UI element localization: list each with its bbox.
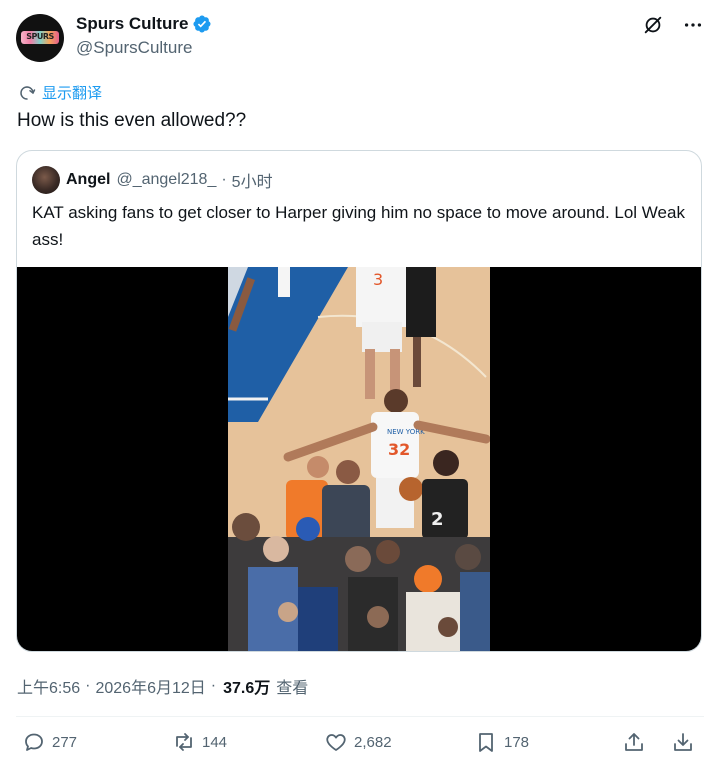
opponent-jersey-number: 2 xyxy=(431,509,444,530)
background-jersey-number: 3 xyxy=(373,270,383,289)
actions-divider xyxy=(16,716,704,717)
quoted-tweet-time[interactable]: 5小时 xyxy=(232,168,273,192)
top-right-icons xyxy=(642,14,704,36)
tweet-actions-bar: 277 144 2,682 178 xyxy=(0,730,720,762)
basketball-scene-image: 3 NEW YORK 32 2 xyxy=(228,267,490,651)
tweet-text: How is this even allowed?? xyxy=(17,110,247,131)
quoted-author-name[interactable]: Angel xyxy=(66,171,110,189)
author-avatar[interactable]: SPURS xyxy=(16,14,64,62)
tweet-time[interactable]: 上午6:56 xyxy=(17,674,80,698)
like-count: 2,682 xyxy=(354,733,392,751)
verified-badge-icon xyxy=(193,15,211,33)
like-button[interactable]: 2,682 xyxy=(324,730,392,754)
download-button[interactable] xyxy=(671,730,695,754)
quoted-author-handle[interactable]: @_angel218_ xyxy=(116,171,216,189)
repost-icon xyxy=(176,733,192,751)
video-player[interactable]: 3 NEW YORK 32 2 xyxy=(17,267,701,651)
tweet-date[interactable]: 2026年6月12日 xyxy=(95,674,205,698)
bookmark-button[interactable]: 178 xyxy=(474,730,529,754)
heart-icon xyxy=(326,734,346,751)
meta-separator-1: · xyxy=(85,677,91,694)
translate-icon xyxy=(20,85,36,100)
share-icon xyxy=(625,733,643,751)
reply-icon xyxy=(25,733,43,751)
avatar-logo-text: SPURS xyxy=(26,32,54,41)
quoted-tweet-card[interactable]: Angel @_angel218_ · 5小时 KAT asking fans … xyxy=(16,150,702,652)
video-frame[interactable]: 3 NEW YORK 32 2 xyxy=(228,267,490,651)
grok-icon[interactable] xyxy=(642,14,664,36)
more-options-icon[interactable] xyxy=(682,14,704,36)
author-handle[interactable]: @SpursCulture xyxy=(76,38,192,58)
author-name-row[interactable]: Spurs Culture xyxy=(76,14,212,34)
show-translation-link[interactable]: 显示翻译 xyxy=(18,82,102,103)
bookmark-count: 178 xyxy=(504,733,530,751)
views-label: 查看 xyxy=(276,680,309,697)
quoted-tweet-header: Angel @_angel218_ · 5小时 xyxy=(32,166,273,194)
download-icon xyxy=(674,733,692,751)
quoted-author-avatar[interactable] xyxy=(32,166,60,194)
repost-button[interactable]: 144 xyxy=(172,730,227,754)
show-translation-label[interactable]: 显示翻译 xyxy=(42,82,102,103)
share-button[interactable] xyxy=(622,730,646,754)
tweet-meta: 上午6:56 · 2026年6月12日 · 37.6万 查看 xyxy=(17,674,308,698)
avatar-logo-band: SPURS xyxy=(21,31,59,44)
reply-button[interactable]: 277 xyxy=(22,730,77,754)
reply-count: 277 xyxy=(52,733,78,751)
jersey-number: 32 xyxy=(388,440,410,459)
author-display-name[interactable]: Spurs Culture xyxy=(76,14,188,34)
quoted-separator: · xyxy=(221,171,227,188)
repost-count: 144 xyxy=(202,733,228,751)
view-count: 37.6万 xyxy=(223,680,271,697)
meta-separator-2: · xyxy=(210,677,217,694)
bookmark-icon xyxy=(479,733,493,752)
quoted-tweet-text: KAT asking fans to get closer to Harper … xyxy=(32,203,685,249)
